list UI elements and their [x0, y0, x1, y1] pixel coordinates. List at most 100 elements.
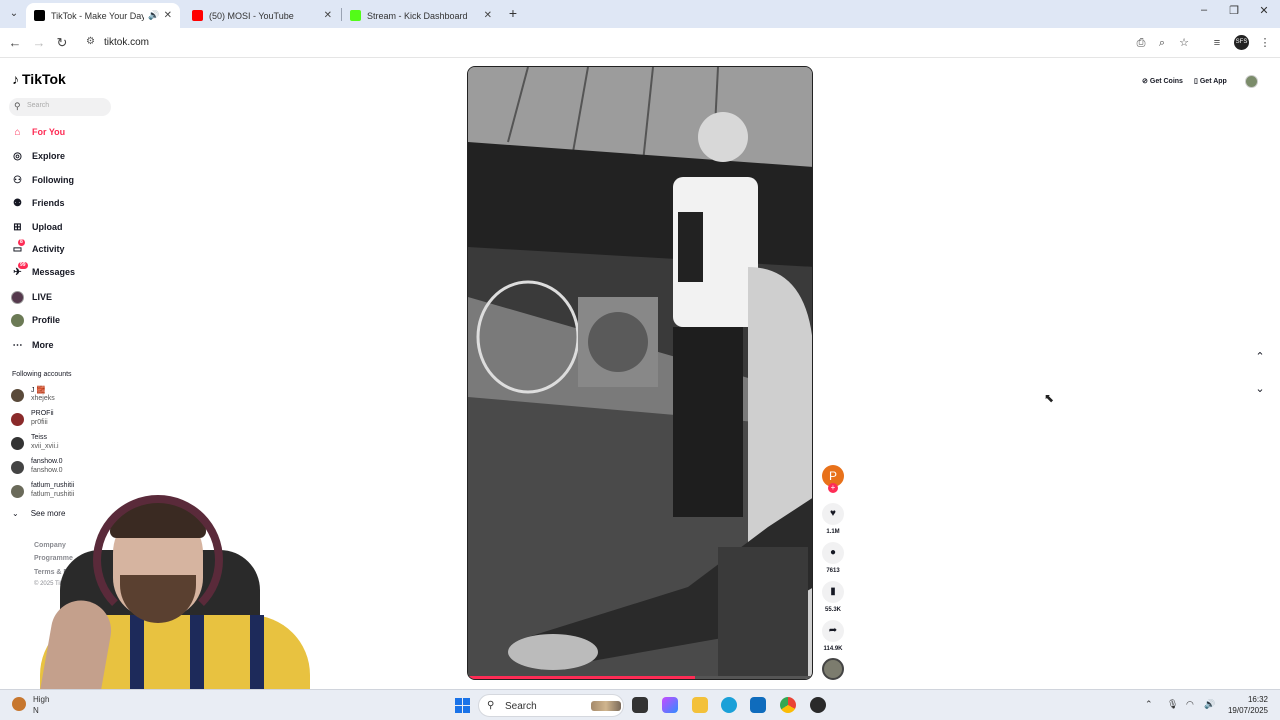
follow-plus-icon[interactable]: +: [828, 483, 838, 493]
file-explorer-icon[interactable]: [692, 697, 708, 713]
close-window-icon[interactable]: ✕: [1254, 4, 1274, 17]
tab-title: TikTok - Make Your Day: [51, 10, 145, 21]
mouse-cursor-icon: ⬉: [1044, 391, 1055, 405]
bookmark-icon: ▮: [830, 586, 836, 597]
restore-icon[interactable]: ❐: [1224, 4, 1244, 17]
music-disc-icon[interactable]: [822, 658, 844, 680]
install-app-icon[interactable]: ⎙: [1133, 35, 1149, 51]
video-progress-fill: [468, 676, 696, 679]
microphone-icon[interactable]: 🎙: [1167, 699, 1178, 710]
tiktok-favicon-icon: [34, 10, 45, 21]
comment-button[interactable]: ●: [822, 542, 844, 564]
home-icon: ⌂: [14, 126, 21, 138]
wifi-icon[interactable]: ◠: [1186, 699, 1194, 710]
user-follow-icon: ⚇: [13, 174, 22, 186]
next-video-chevron-down-icon[interactable]: ⌄: [1250, 379, 1270, 399]
copilot-icon[interactable]: [662, 697, 678, 713]
sidebar-item-friends[interactable]: ⚉ Friends: [11, 195, 65, 211]
weather-icon[interactable]: [12, 697, 26, 711]
sidebar-item-profile[interactable]: Profile: [11, 312, 60, 328]
task-view-icon[interactable]: [632, 697, 648, 713]
windows-taskbar: High N ⚲ Search ⌃ 🎙 ◠ 🔊 16:32 19/07/2025: [0, 689, 1280, 720]
close-tab-icon[interactable]: ✕: [164, 10, 172, 21]
app-icon[interactable]: [810, 697, 826, 713]
tab-kick[interactable]: Stream - Kick Dashboard ✕: [342, 3, 500, 28]
site-info-icon[interactable]: ⚙: [86, 36, 95, 47]
edge-icon[interactable]: [721, 697, 737, 713]
video-progress-track[interactable]: [468, 676, 812, 679]
get-app-button[interactable]: ▯ Get App: [1194, 77, 1227, 86]
browser-tab-bar: ⌄ TikTok - Make Your Day 🔊 ✕ (50) MOSI -…: [0, 0, 1280, 28]
sidebar-item-more[interactable]: ⋯ More: [11, 337, 54, 353]
volume-icon[interactable]: 🔊: [1204, 699, 1215, 710]
zoom-icon[interactable]: ⌕: [1154, 35, 1170, 51]
like-count: 1.1M: [826, 529, 840, 535]
activity-icon: ▭ 8: [12, 238, 25, 255]
weather-widget[interactable]: High N: [33, 694, 49, 716]
more-icon: ⋯: [12, 339, 23, 351]
save-count: 55.3K: [824, 607, 841, 613]
messages-badge: 99: [18, 261, 28, 269]
kick-favicon-icon: [350, 10, 361, 21]
bookmark-star-icon[interactable]: ☆: [1176, 35, 1192, 51]
tab-tiktok[interactable]: TikTok - Make Your Day 🔊 ✕: [26, 3, 180, 28]
sidebar-item-for-you[interactable]: ⌂ For You: [11, 124, 65, 140]
reload-icon[interactable]: ↻: [53, 34, 71, 52]
chrome-icon[interactable]: [780, 697, 796, 713]
tray-chevron-up-icon[interactable]: ⌃: [1145, 699, 1153, 710]
user-avatar[interactable]: [1245, 75, 1258, 88]
tab-title: Stream - Kick Dashboard: [367, 10, 468, 21]
coin-icon: ⊘: [1142, 78, 1148, 85]
new-tab-button[interactable]: +: [505, 5, 521, 21]
video-frame: [468, 67, 812, 679]
sidebar-item-live[interactable]: LIVE: [11, 289, 52, 305]
compass-icon: ◎: [13, 150, 22, 162]
close-tab-icon[interactable]: ✕: [324, 10, 332, 21]
comment-icon: ●: [829, 547, 837, 558]
kebab-menu-icon[interactable]: ⋮: [1257, 35, 1273, 51]
sidebar-item-upload[interactable]: ⊞ Upload: [11, 219, 62, 235]
headset-icon: [93, 495, 223, 625]
tiktok-note-icon: ♪: [12, 71, 19, 87]
tab-youtube[interactable]: (50) MOSI - YouTube ✕: [184, 3, 340, 28]
back-arrow-icon[interactable]: ←: [6, 34, 24, 52]
previous-video-chevron-up-icon[interactable]: ⌃: [1250, 347, 1270, 367]
avatar: [11, 413, 24, 426]
sidebar-item-following[interactable]: ⚇ Following: [11, 172, 74, 188]
speaker-icon[interactable]: 🔊: [148, 10, 159, 21]
minimize-icon[interactable]: –: [1194, 4, 1214, 16]
like-button[interactable]: ♥: [822, 503, 844, 525]
comment-count: 7613: [826, 568, 840, 574]
video-player[interactable]: [467, 66, 813, 680]
taskbar-clock[interactable]: 16:32 19/07/2025: [1226, 694, 1268, 716]
outlook-icon[interactable]: [750, 697, 766, 713]
tab-search-dropdown-icon[interactable]: ⌄: [6, 6, 22, 22]
following-accounts-title: Following accounts: [12, 371, 72, 378]
url-text: tiktok.com: [104, 37, 150, 48]
search-icon: ⚲: [487, 700, 495, 711]
address-bar[interactable]: ⚙ tiktok.com: [80, 31, 1198, 55]
tiktok-logo[interactable]: ♪ TikTok: [12, 71, 66, 87]
taskbar-search[interactable]: ⚲ Search: [478, 694, 624, 717]
browser-profile-avatar[interactable]: SFS: [1234, 35, 1249, 50]
share-button[interactable]: ➦: [822, 620, 844, 642]
forward-arrow-icon[interactable]: →: [30, 34, 48, 52]
phone-icon: ▯: [1194, 78, 1198, 85]
friends-icon: ⚉: [13, 197, 22, 209]
share-count: 114.9K: [823, 646, 843, 652]
youtube-favicon-icon: [192, 10, 203, 21]
search-highlight-icon: [591, 701, 621, 711]
save-button[interactable]: ▮: [822, 581, 844, 603]
avatar: [11, 389, 24, 402]
sidebar-item-explore[interactable]: ◎ Explore: [11, 148, 65, 164]
close-tab-icon[interactable]: ✕: [484, 10, 492, 21]
sidebar-item-messages[interactable]: ✈ 99 Messages: [11, 261, 75, 280]
activity-badge: 8: [18, 238, 25, 246]
sidebar-item-activity[interactable]: ▭ 8 Activity: [11, 238, 65, 257]
media-controls-icon[interactable]: ≡: [1209, 35, 1225, 51]
search-input[interactable]: ⚲ Search: [9, 98, 111, 116]
avatar: [11, 437, 24, 450]
search-placeholder: Search: [27, 102, 50, 109]
windows-start-icon[interactable]: [455, 698, 470, 713]
get-coins-button[interactable]: ⊘ Get Coins: [1142, 77, 1183, 86]
